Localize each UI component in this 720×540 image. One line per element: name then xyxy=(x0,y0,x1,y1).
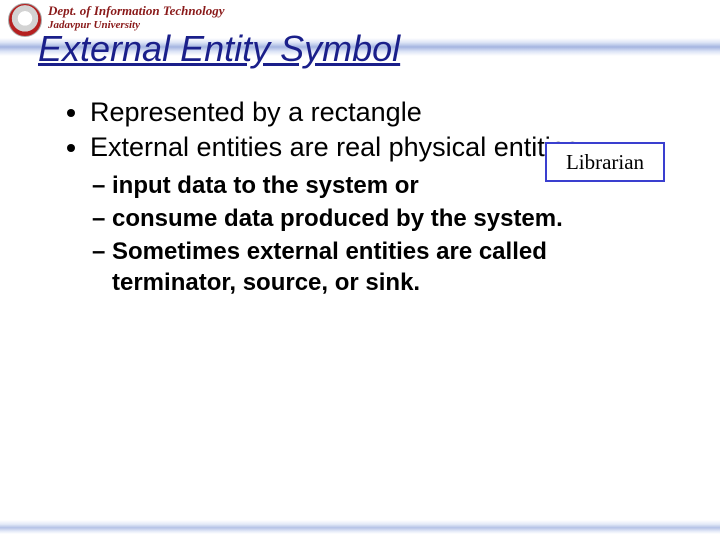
list-item: Represented by a rectangle xyxy=(90,96,662,129)
dept-name-line1: Dept. of Information Technology xyxy=(48,3,224,19)
list-item: Sometimes external entities are called t… xyxy=(92,236,662,298)
list-item: consume data produced by the system. xyxy=(92,203,662,234)
slide-title: External Entity Symbol xyxy=(38,28,400,70)
footer-gradient-bar xyxy=(0,520,720,534)
entity-label: Librarian xyxy=(566,150,644,175)
sub-bullet-list: input data to the system or consume data… xyxy=(62,170,662,299)
content-area: Represented by a rectangle External enti… xyxy=(62,96,662,301)
university-logo-icon xyxy=(8,3,42,37)
external-entity-symbol: Librarian xyxy=(545,142,665,182)
